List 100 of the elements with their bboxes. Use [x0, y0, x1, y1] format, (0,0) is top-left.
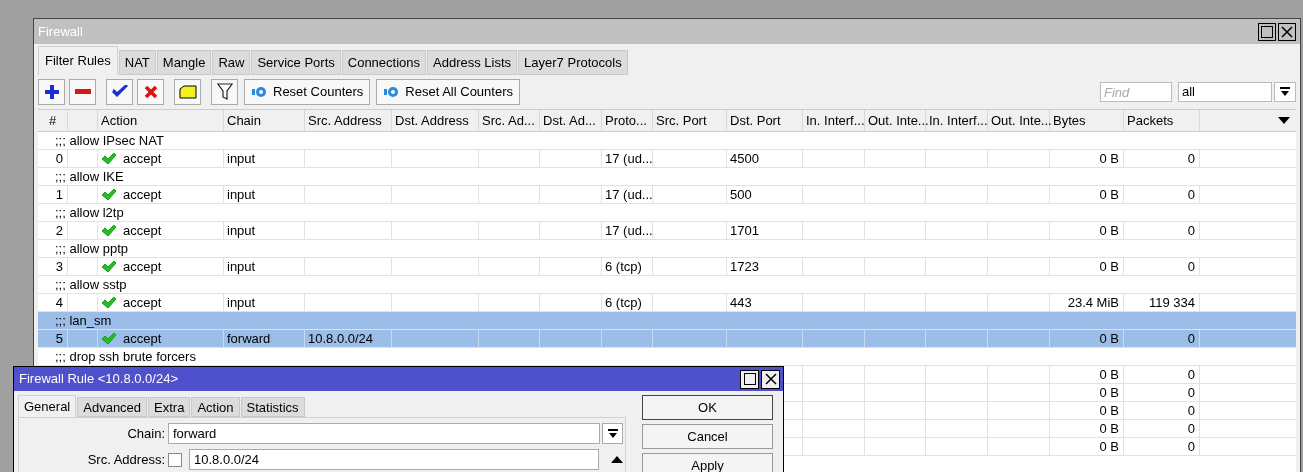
- reset-icon: [251, 86, 267, 98]
- dropdown-icon[interactable]: [1278, 117, 1290, 124]
- table-cell-text: input: [227, 293, 256, 312]
- table-cell-text: 119 334: [1148, 293, 1195, 312]
- column-header[interactable]: Bytes: [1053, 110, 1086, 131]
- table-cell-text: 500: [730, 185, 752, 204]
- tab[interactable]: Statistics: [240, 397, 305, 417]
- table-cell-text: 6 (tcp): [605, 293, 642, 312]
- toolbar-button[interactable]: [106, 79, 133, 105]
- toolbar-button[interactable]: [174, 79, 201, 105]
- tab[interactable]: NAT: [118, 50, 156, 75]
- column-header[interactable]: In. Interf...: [929, 110, 988, 131]
- table-cell-text: 1701: [730, 221, 759, 240]
- dialog-button[interactable]: Apply: [642, 453, 773, 472]
- chain-select[interactable]: forward: [168, 423, 600, 444]
- table-cell-text: 1723: [730, 257, 759, 276]
- column-header[interactable]: Action: [101, 110, 138, 131]
- table-cell-text: 2: [55, 221, 63, 240]
- column-header[interactable]: Dst. Port: [730, 110, 781, 131]
- dialog-title: Firewall Rule <10.8.0.0/24>: [19, 370, 178, 389]
- field-label: Chain:: [126, 424, 166, 443]
- tab[interactable]: Layer7 Protocols: [518, 50, 628, 75]
- note-icon: [178, 85, 197, 99]
- table-cell-text: 6 (tcp): [605, 257, 642, 276]
- column-header[interactable]: Dst. Address: [395, 110, 469, 131]
- dropdown-icon: [607, 428, 618, 439]
- reset-counters-button[interactable]: Reset All Counters: [376, 79, 520, 105]
- close-button[interactable]: [1278, 22, 1296, 41]
- maximize-button[interactable]: [740, 369, 759, 389]
- table-cell-text: 23.4 MiB: [1067, 293, 1119, 312]
- tab[interactable]: Service Ports: [251, 50, 341, 75]
- filter-icon: [216, 83, 233, 101]
- table-cell-text: 17 (ud...: [605, 185, 653, 204]
- dropdown-button[interactable]: [602, 423, 623, 444]
- tab[interactable]: General: [18, 395, 77, 417]
- comment-row[interactable]: ;;; lan_sm: [38, 312, 1296, 330]
- table-cell-text: 0 B: [1099, 437, 1119, 456]
- rule-row[interactable]: 4 accept input 6 (tcp) 443 23.4 MiB 119 334: [38, 294, 1296, 312]
- tab[interactable]: Connections: [341, 50, 427, 75]
- dialog-button[interactable]: Cancel: [642, 424, 773, 449]
- table-cell-text: 0: [1187, 383, 1195, 402]
- column-header[interactable]: Chain: [227, 110, 261, 131]
- column-header[interactable]: In. Interf...: [806, 110, 865, 131]
- table-cell-text: 17 (ud...: [605, 221, 653, 240]
- rule-row[interactable]: 2 accept input 17 (ud... 1701 0 B 0: [38, 222, 1296, 240]
- tab[interactable]: Extra: [148, 397, 191, 417]
- toolbar-button[interactable]: [38, 79, 65, 105]
- table-cell-text: input: [227, 185, 256, 204]
- column-header[interactable]: Out. Inte...: [868, 110, 929, 131]
- table-cell-text: 0: [1187, 221, 1195, 240]
- column-header[interactable]: Src. Port: [656, 110, 707, 131]
- rule-comment: ;;; lan_sm: [55, 311, 112, 330]
- reset-counters-button[interactable]: Reset Counters: [244, 79, 371, 105]
- rule-row[interactable]: 3 accept input 6 (tcp) 1723 0 B 0: [38, 258, 1296, 276]
- tab[interactable]: Action: [191, 397, 240, 417]
- table-cell-text: 0 B: [1099, 221, 1119, 240]
- toolbar-button[interactable]: [137, 79, 164, 105]
- table-cell-text: 10.8.0.0/24: [308, 329, 374, 348]
- table-cell-text: input: [227, 257, 256, 276]
- toolbar-button[interactable]: [69, 79, 96, 105]
- tab[interactable]: Mangle: [156, 50, 212, 75]
- table-cell-text: 0: [1187, 257, 1195, 276]
- table-cell-text: accept: [123, 257, 162, 276]
- table-cell-text: 0 B: [1099, 401, 1119, 420]
- rule-comment: ;;; allow sstp: [55, 275, 127, 294]
- table-cell-text: forward: [227, 329, 271, 348]
- rule-row[interactable]: 1 accept input 17 (ud... 500 0 B 0: [38, 186, 1296, 204]
- close-button[interactable]: [761, 369, 780, 389]
- rule-comment: ;;; allow IPsec NAT: [55, 131, 164, 150]
- dialog-button[interactable]: OK: [642, 395, 773, 420]
- rule-row[interactable]: 0 accept input 17 (ud... 4500 0 B 0: [38, 150, 1296, 168]
- toolbar-button[interactable]: [211, 79, 238, 105]
- table-cell-text: 1: [55, 185, 63, 204]
- maximize-button[interactable]: [1258, 22, 1276, 41]
- table-cell-text: accept: [123, 185, 162, 204]
- column-header[interactable]: Src. Ad...: [482, 110, 535, 131]
- table-cell-text: 0: [1187, 401, 1195, 420]
- column-header[interactable]: Packets: [1127, 110, 1174, 131]
- rule-row[interactable]: 5 accept forward 10.8.0.0/24 0 B 0: [38, 330, 1296, 348]
- column-header[interactable]: Dst. Ad...: [543, 110, 596, 131]
- negate-checkbox[interactable]: [168, 452, 182, 467]
- close-icon: [143, 85, 158, 99]
- table-cell-text: accept: [123, 149, 162, 168]
- column-header[interactable]: Proto...: [605, 110, 647, 131]
- column-header[interactable]: Src. Address: [308, 110, 382, 131]
- tab[interactable]: Address Lists: [427, 50, 518, 75]
- column-header[interactable]: Out. Inte...: [991, 110, 1052, 131]
- tab[interactable]: Raw: [212, 50, 251, 75]
- address-field[interactable]: 10.8.0.0/24: [189, 449, 599, 470]
- table-cell-text: 0: [1187, 185, 1195, 204]
- tab[interactable]: Filter Rules: [38, 46, 118, 75]
- plus-icon: [43, 84, 60, 100]
- reset-icon: [383, 86, 400, 98]
- table-cell-text: 0: [55, 149, 63, 168]
- column-header[interactable]: #: [48, 110, 57, 131]
- find-field[interactable]: Find: [1100, 82, 1172, 102]
- table-cell-text: 0: [1187, 437, 1195, 456]
- table-cell-text: 3: [55, 257, 63, 276]
- tab[interactable]: Advanced: [77, 397, 148, 417]
- check-icon: [111, 85, 128, 99]
